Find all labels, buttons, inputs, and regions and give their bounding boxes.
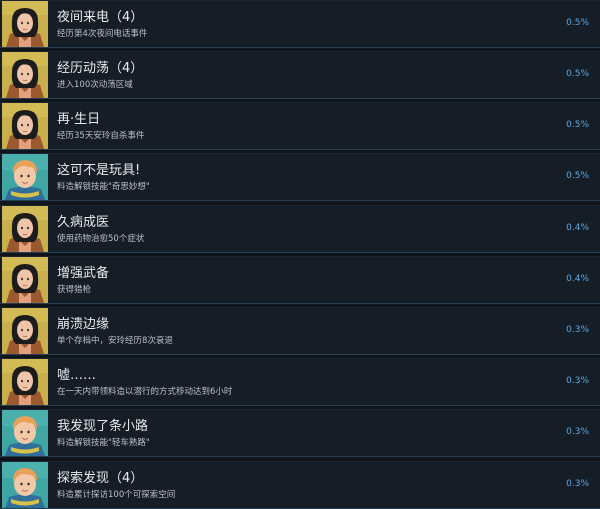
achievement-description: 使用药物治愈50个症状 — [57, 234, 145, 244]
achievement-title: 再·生日 — [57, 112, 101, 127]
achievement-row[interactable]: 增强武备获得猎枪 0.4% — [0, 256, 600, 304]
achievement-row[interactable]: 夜间来电（4） 经历第4次夜间电话事件 0.5% — [0, 0, 600, 48]
achievement-list: 夜间来电（4） 经历第4次夜间电话事件 0.5% 经历动荡（4） 进入100次动荡区域 0… — [0, 0, 600, 509]
achievement-description: 料造解锁技能"轻车熟路" — [57, 438, 150, 448]
achievement-title: 经历动荡（4） — [57, 61, 144, 76]
achievement-title: 我发现了条小路 — [57, 419, 149, 434]
unlock-percentage: 0.5% — [566, 18, 589, 28]
achievement-description: 单个存档中，安玲经历8次衰退 — [57, 336, 173, 346]
woman-avatar-icon — [2, 308, 48, 354]
achievement-title: 嘘…… — [57, 368, 97, 383]
unlock-percentage: 0.3% — [566, 427, 589, 437]
woman-avatar-icon — [2, 206, 48, 252]
achievement-title: 夜间来电（4） — [57, 10, 144, 25]
achievement-description: 料造累计探访100个可探索空间 — [57, 490, 176, 500]
achievement-row[interactable]: 我发现了条小路料造解锁技能"轻车熟路" 0.3% — [0, 409, 600, 457]
achievement-description: 经历35天安玲自杀事件 — [57, 131, 145, 141]
unlock-percentage: 0.3% — [566, 376, 589, 386]
achievement-row[interactable]: 久病成医使用药物治愈50个症状 0.4% — [0, 205, 600, 253]
woman-avatar-icon — [2, 257, 48, 303]
achievement-description: 经历第4次夜间电话事件 — [57, 29, 148, 39]
boy-avatar-icon — [2, 154, 48, 200]
achievement-row[interactable]: 探索发现（4） 料造累计探访100个可探索空间 0.3% — [0, 461, 600, 509]
achievement-row[interactable]: 这可不是玩具! 料造解锁技能"奇思妙想" 0.5% — [0, 153, 600, 201]
unlock-percentage: 0.3% — [566, 325, 589, 335]
unlock-percentage: 0.5% — [566, 171, 589, 181]
woman-avatar-icon — [2, 103, 48, 149]
achievement-row[interactable]: 崩溃边缘单个存档中，安玲经历8次衰退 0.3% — [0, 307, 600, 355]
achievement-description: 进入100次动荡区域 — [57, 80, 133, 90]
achievement-description: 料造解锁技能"奇思妙想" — [57, 182, 150, 192]
achievement-description: 获得猎枪 — [57, 285, 92, 295]
achievement-row[interactable]: 再·生日经历35天安玲自杀事件 0.5% — [0, 102, 600, 150]
woman-avatar-icon — [2, 52, 48, 98]
boy-avatar-icon — [2, 462, 48, 508]
woman-avatar-icon — [2, 1, 48, 47]
achievement-title: 久病成医 — [57, 215, 110, 230]
unlock-percentage: 0.4% — [566, 223, 589, 233]
unlock-percentage: 0.5% — [566, 120, 589, 130]
achievement-title: 增强武备 — [57, 266, 110, 281]
achievement-title: 这可不是玩具! — [57, 163, 141, 178]
unlock-percentage: 0.3% — [566, 479, 589, 489]
woman-avatar-icon — [2, 359, 48, 405]
achievement-row[interactable]: 嘘…… 在一天内带领料造以潜行的方式移动达到6小时 0.3% — [0, 358, 600, 406]
unlock-percentage: 0.5% — [566, 69, 589, 79]
unlock-percentage: 0.4% — [566, 274, 589, 284]
achievement-row[interactable]: 经历动荡（4） 进入100次动荡区域 0.5% — [0, 51, 600, 99]
achievement-description: 在一天内带领料造以潜行的方式移动达到6小时 — [57, 387, 233, 397]
boy-avatar-icon — [2, 410, 48, 456]
achievement-title: 探索发现（4） — [57, 471, 144, 486]
achievement-title: 崩溃边缘 — [57, 317, 110, 332]
